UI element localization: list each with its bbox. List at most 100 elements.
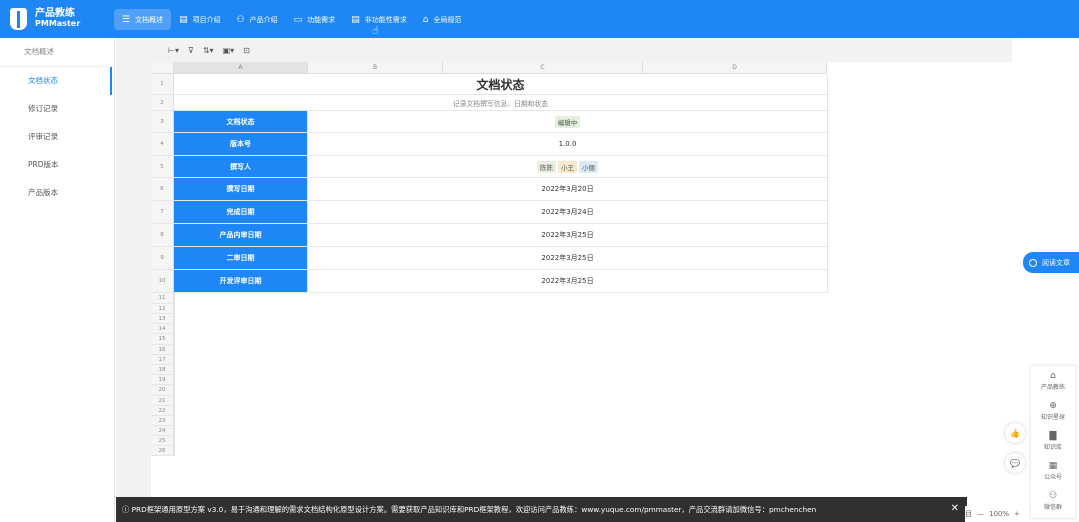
date-value-cell[interactable]: 2022年3月25日 <box>308 224 828 247</box>
doc-title-cell[interactable]: 文档状态 <box>174 74 828 95</box>
date-value-cell-text: 2022年3月25日 <box>541 277 594 285</box>
empty-row <box>174 375 175 385</box>
zoom-in-button[interactable]: + <box>1014 510 1020 518</box>
date-label-cell[interactable]: 完成日期 <box>174 201 308 224</box>
doc-subtitle-cell[interactable]: 记录文档撰写信息、日期和状态 <box>174 95 828 111</box>
sidebar-item-4[interactable]: 评审记录 <box>0 123 114 151</box>
status-value-cell[interactable]: 编辑中 <box>308 111 828 133</box>
version-value-cell[interactable]: 1.0.0 <box>308 133 828 156</box>
sidebar-item-5[interactable]: PRD版本 <box>0 151 114 179</box>
row-header[interactable]: 10 <box>151 270 174 293</box>
grid-icon[interactable]: 目 <box>965 509 972 519</box>
column-header[interactable]: A <box>174 62 308 74</box>
date-value-cell[interactable]: 2022年3月20日 <box>308 178 828 201</box>
row-header[interactable]: 4 <box>151 133 174 156</box>
row-header[interactable]: 6 <box>151 178 174 201</box>
tab-1[interactable]: ☰ 文档概述 <box>114 9 172 30</box>
column-header[interactable]: D <box>643 62 827 74</box>
empty-row <box>174 293 175 304</box>
quick-link-5[interactable]: ⚇ 微信群 <box>1031 486 1075 516</box>
empty-row <box>174 304 175 314</box>
tab-2[interactable]: ▤ 项目介绍 <box>171 9 229 30</box>
quick-link-1[interactable]: ⌂ 产品教练 <box>1031 366 1075 396</box>
row-header[interactable]: 5 <box>151 156 174 178</box>
sidebar-item-6[interactable]: 产品版本 <box>0 179 114 207</box>
row-header[interactable]: 11 <box>151 293 174 304</box>
date-label-cell-text: 撰写日期 <box>226 185 255 193</box>
tab-3[interactable]: ⚇ 产品介绍 <box>229 9 286 30</box>
quick-link-2[interactable]: ⊕ 知识星球 <box>1031 396 1075 426</box>
logo-icon <box>10 8 27 30</box>
date-value-cell-text: 2022年3月20日 <box>541 185 594 193</box>
row-header[interactable]: 26 <box>151 446 174 456</box>
sidebar-item-2[interactable]: 文档状态 <box>0 67 114 95</box>
row-header[interactable]: 2 <box>151 95 174 111</box>
row-header[interactable]: 25 <box>151 436 174 446</box>
doc-subtitle-cell-text: 记录文档撰写信息、日期和状态 <box>452 99 549 108</box>
logo-subtitle: PMMaster <box>35 19 81 28</box>
row-header[interactable]: 17 <box>151 355 174 365</box>
date-value-cell[interactable]: 2022年3月25日 <box>308 247 828 270</box>
zoom-out-button[interactable]: — <box>977 510 984 518</box>
row-header[interactable]: 12 <box>151 304 174 314</box>
row-header[interactable]: 16 <box>151 345 174 355</box>
row-header[interactable]: 9 <box>151 247 174 270</box>
row-header[interactable]: 19 <box>151 375 174 385</box>
logo[interactable]: 产品教练 PMMaster <box>10 6 110 32</box>
read-article-button[interactable]: 阅读文章 <box>1023 252 1079 273</box>
row-header[interactable]: 20 <box>151 385 174 396</box>
status-label-cell[interactable]: 文档状态 <box>174 111 308 133</box>
sidebar-item-3[interactable]: 修订记录 <box>0 95 114 123</box>
doc-title-cell-text: 文档状态 <box>476 77 525 92</box>
row-header[interactable]: 18 <box>151 365 174 375</box>
date-label-cell[interactable]: 撰写日期 <box>174 178 308 201</box>
tab-4[interactable]: ▭ 功能需求 <box>286 9 344 30</box>
toolbar-tool-icon[interactable]: ▣▾ <box>223 46 235 55</box>
toolbar-tool-icon[interactable]: ⊽ <box>188 46 194 55</box>
date-label-cell[interactable]: 开发评审日期 <box>174 270 308 293</box>
toolbar-tool-icon[interactable]: ⇅▾ <box>203 46 214 55</box>
date-value-cell[interactable]: 2022年3月24日 <box>308 201 828 224</box>
nav-icon: ▤ <box>351 14 360 25</box>
empty-row <box>174 324 175 334</box>
author-tag: 小王 <box>558 160 577 173</box>
row-header[interactable]: 13 <box>151 314 174 324</box>
row-header[interactable]: 21 <box>151 396 174 406</box>
nav-icon: ⚇ <box>236 14 245 25</box>
read-article-label: 阅读文章 <box>1042 258 1070 267</box>
row-header[interactable]: 24 <box>151 426 174 436</box>
row-header[interactable]: 8 <box>151 224 174 247</box>
row-header[interactable]: 23 <box>151 416 174 426</box>
row-header[interactable]: 15 <box>151 334 174 345</box>
like-button[interactable]: 👍 <box>1005 423 1025 443</box>
sheet-toolbar: ⊢▾ ⊽ ⇅▾ ▣▾ ⊡ <box>116 38 1012 62</box>
quick-link-3[interactable]: ▇ 知识库 <box>1031 426 1075 456</box>
toolbar-tool-icon[interactable]: ⊡ <box>243 46 250 55</box>
column-header[interactable]: B <box>308 62 443 74</box>
date-label-cell-text: 完成日期 <box>226 208 255 216</box>
row-header[interactable]: 14 <box>151 324 174 334</box>
date-label-cell[interactable]: 产品内审日期 <box>174 224 308 247</box>
row-header[interactable]: 1 <box>151 74 174 95</box>
tab-6[interactable]: ⌂ 全局规范 <box>415 9 470 30</box>
quick-link-4[interactable]: ▦ 公众号 <box>1031 456 1075 486</box>
quick-links: ⌂ 产品教练 ⊕ 知识星球 ▇ 知识库 ▦ 公众号 ⚇ 微信群 <box>1030 365 1076 519</box>
comment-button[interactable]: 💬 <box>1005 453 1025 473</box>
toolbar-tool-icon[interactable]: ⊢▾ <box>168 46 179 55</box>
row-header[interactable]: 22 <box>151 406 174 416</box>
date-value-cell[interactable]: 2022年3月25日 <box>308 270 828 293</box>
empty-row <box>174 416 175 426</box>
empty-row <box>174 355 175 365</box>
date-label-cell[interactable]: 二审日期 <box>174 247 308 270</box>
empty-row <box>174 314 175 324</box>
author-label-cell[interactable]: 撰写人 <box>174 156 308 178</box>
close-icon[interactable]: ✕ <box>951 503 959 514</box>
author-value-cell[interactable]: 陈陈 小王 小丽 <box>308 156 828 178</box>
quick-link-label: 公众号 <box>1043 474 1062 481</box>
date-label-cell-text: 二审日期 <box>226 254 255 262</box>
column-header[interactable]: C <box>443 62 643 74</box>
tab-5[interactable]: ▤ 非功能性需求 <box>343 9 415 30</box>
row-header[interactable]: 7 <box>151 201 174 224</box>
row-header[interactable]: 3 <box>151 111 174 133</box>
version-label-cell[interactable]: 版本号 <box>174 133 308 156</box>
